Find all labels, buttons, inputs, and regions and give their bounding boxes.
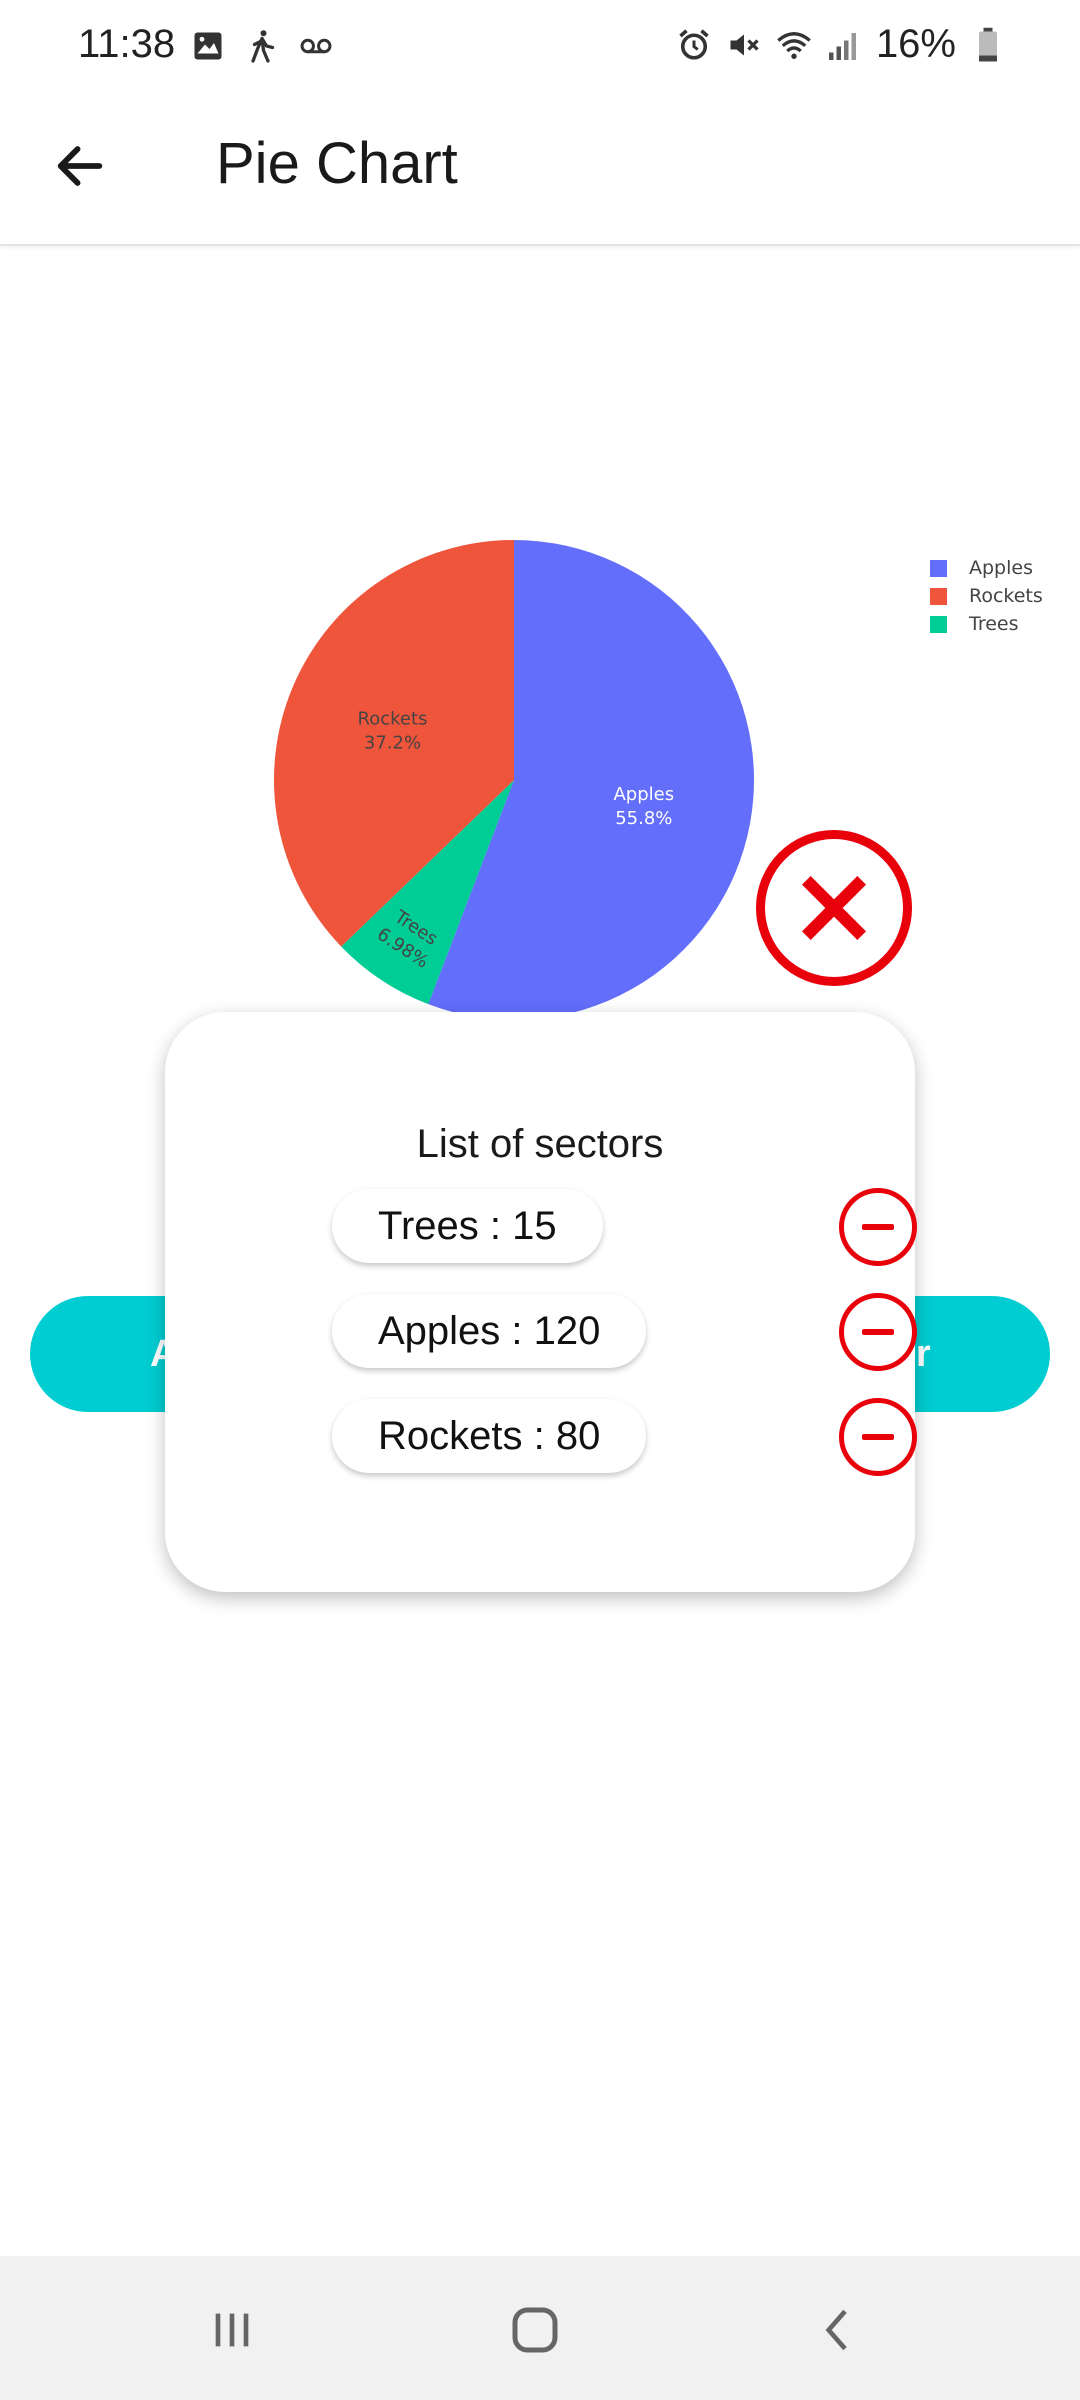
battery-percent: 16% [875,22,956,66]
slice-category-label: Rockets [358,708,428,729]
slice-percent-label: 37.2% [364,732,421,753]
sector-pill: Trees : 15 [332,1189,603,1263]
legend-swatch [930,615,947,633]
legend-item-trees[interactable]: Trees [930,610,1043,638]
mute-icon [730,34,759,55]
navigation-bar [0,2256,1080,2400]
image-icon [194,32,222,60]
legend-label: Rockets [969,585,1043,607]
status-time: 11:38 [78,22,176,66]
list-item: Rockets : 80 [332,1398,917,1476]
status-left-icons [190,28,334,64]
minus-circle-icon [862,1329,894,1335]
recent-apps-icon [215,2313,249,2347]
sectors-dialog: List of sectors Trees : 15 Apples : 120 … [165,1012,917,1592]
close-icon [802,876,866,940]
home-button[interactable] [495,2292,575,2368]
back-icon [825,2309,847,2351]
walking-icon [251,30,275,63]
back-button[interactable] [42,128,118,204]
voicemail-icon [300,38,332,54]
recent-apps-button[interactable] [192,2292,272,2368]
sector-pill: Rockets : 80 [332,1399,647,1473]
legend-swatch [930,587,947,605]
alarm-icon [679,28,709,60]
legend-item-apples[interactable]: Apples [930,554,1043,582]
legend-item-rockets[interactable]: Rockets [930,582,1043,610]
legend-swatch [930,559,947,577]
minus-circle-icon [862,1434,894,1440]
legend-label: Apples [969,557,1033,579]
list-item: Trees : 15 [332,1188,917,1266]
close-button[interactable] [756,830,912,986]
remove-sector-apples-button[interactable] [839,1293,917,1371]
home-icon [512,2307,558,2353]
status-right-icons: 16% [676,22,1006,67]
pie-chart: Apples 55.8% Trees 6.98% Rockets 37.2% [0,500,1080,1060]
app-bar: Pie Chart [0,100,1080,246]
slice-percent-label: 55.8% [615,808,672,829]
remove-sector-trees-button[interactable] [839,1188,917,1266]
chart-legend: Apples Rockets Trees [930,554,1043,638]
minus-circle-icon [862,1224,894,1230]
wifi-icon [777,31,811,59]
signal-icon [828,32,856,60]
battery-icon [979,27,997,61]
pie-chart-svg: Apples55.8%Trees6.98%Rockets37.2% [274,540,754,1020]
legend-label: Trees [969,613,1019,635]
sector-pill: Apples : 120 [332,1294,647,1368]
page-title: Pie Chart [216,131,458,196]
slice-category-label: Apples [613,784,674,805]
remove-sector-rockets-button[interactable] [839,1398,917,1476]
arrow-left-icon [57,146,103,186]
nav-back-button[interactable] [798,2292,878,2368]
list-item: Apples : 120 [332,1293,917,1371]
status-bar: 11:38 16% [0,0,1080,100]
dialog-title: List of sectors [416,1122,664,1166]
